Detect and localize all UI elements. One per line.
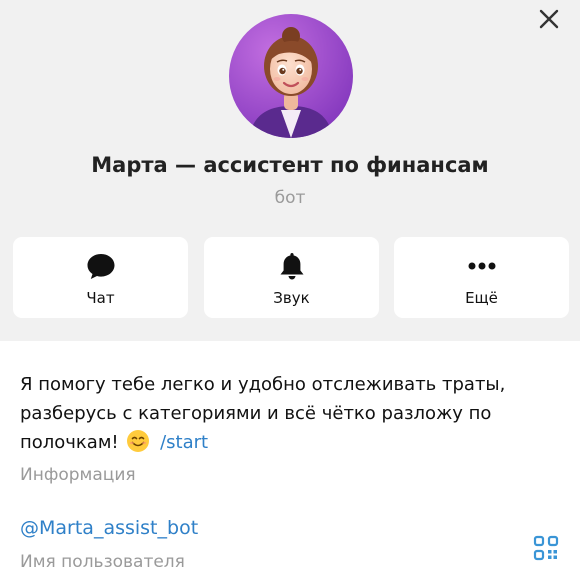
- profile-name: Марта — ассистент по финансам: [91, 153, 489, 177]
- profile-type: бот: [274, 188, 306, 208]
- chat-bubble-icon: [87, 254, 114, 279]
- more-button[interactable]: Ещё: [394, 237, 569, 318]
- description-text: Я помогу тебе легко и удобно отслеживать…: [20, 374, 506, 453]
- profile-header: Марта — ассистент по финансам бот Чат Зв…: [0, 0, 580, 341]
- smiling-face-icon: [126, 429, 150, 453]
- bell-icon: [280, 253, 303, 280]
- sound-button[interactable]: Звук: [204, 237, 379, 318]
- start-command-link[interactable]: /start: [160, 432, 208, 453]
- bot-description: Я помогу тебе легко и удобно отслеживать…: [20, 370, 550, 457]
- close-icon: [539, 9, 559, 29]
- chat-button[interactable]: Чат: [13, 237, 188, 318]
- more-label: Ещё: [465, 289, 498, 307]
- qr-code-button[interactable]: [533, 535, 559, 561]
- username-link[interactable]: @Marta_assist_bot: [20, 517, 198, 539]
- avatar-image: [229, 14, 353, 138]
- more-dots-icon: [468, 262, 495, 270]
- avatar[interactable]: [229, 14, 353, 138]
- username-caption: Имя пользователя: [20, 552, 185, 572]
- chat-label: Чат: [86, 289, 115, 307]
- sound-label: Звук: [273, 289, 310, 307]
- close-button[interactable]: [536, 6, 562, 32]
- info-caption: Информация: [20, 465, 136, 485]
- qr-code-icon: [533, 535, 559, 561]
